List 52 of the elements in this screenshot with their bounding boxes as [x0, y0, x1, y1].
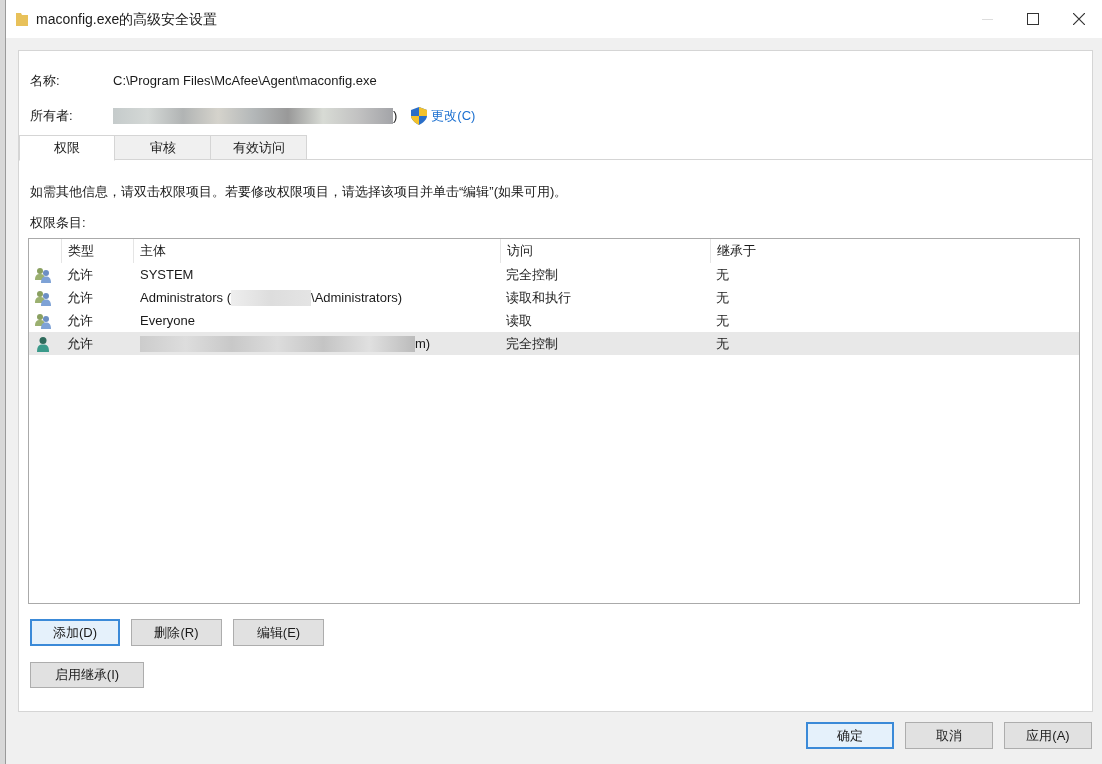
users-icon: [35, 266, 51, 283]
owner-label: 所有者:: [30, 107, 74, 126]
table-cell-text: 允许: [66, 265, 94, 284]
name-label: 名称:: [30, 72, 61, 91]
permission-row[interactable]: 允许 Everyone 读取 无: [29, 309, 1079, 332]
user-icon: [35, 335, 51, 352]
entries-label: 权限条目:: [30, 213, 87, 232]
users-icon: [35, 312, 51, 329]
add-button[interactable]: 添加(D): [30, 619, 120, 646]
shield-icon: [411, 107, 428, 125]
table-cell-text: SYSTEM: [140, 265, 194, 284]
apply-button[interactable]: 应用(A): [1004, 722, 1092, 749]
table-cell-text: 无: [715, 311, 730, 330]
ok-button[interactable]: 确定: [806, 722, 894, 749]
table-cell-text: 读取和执行: [505, 288, 572, 307]
column-header[interactable]: 继承于: [710, 239, 810, 263]
tab[interactable]: 审核: [115, 135, 211, 160]
table-cell-text: \Administrators): [311, 288, 403, 307]
table-cell-text: 无: [715, 288, 730, 307]
maximize-icon: [1027, 13, 1039, 25]
owner-suffix: ): [393, 107, 398, 126]
remove-button[interactable]: 删除(R): [131, 619, 222, 646]
column-header[interactable]: 主体: [133, 239, 500, 263]
file-path: C:\Program Files\McAfee\Agent\maconfig.exe: [113, 72, 377, 91]
permission-row[interactable]: 允许 m) 完全控制 无: [29, 332, 1079, 355]
table-cell-text: 无: [715, 334, 730, 353]
table-cell-text: Administrators (: [140, 288, 232, 307]
edit-button[interactable]: 编辑(E): [233, 619, 324, 646]
cancel-button[interactable]: 取消: [905, 722, 993, 749]
table-cell-text: 允许: [66, 334, 94, 353]
column-header[interactable]: 访问: [500, 239, 710, 263]
table-cell-text: Everyone: [140, 311, 195, 330]
minimize-icon: [981, 18, 993, 20]
permission-row[interactable]: 允许 Administrators ( \Administrators) 读取和执行 无: [29, 286, 1079, 309]
tab[interactable]: 有效访问: [211, 135, 307, 160]
close-icon: [1073, 13, 1085, 25]
tab[interactable]: 权限: [19, 135, 115, 161]
table-cell-text: 完全控制: [505, 334, 559, 353]
table-cell-text: m): [415, 334, 431, 353]
folder-icon: [16, 12, 28, 26]
change-owner-link[interactable]: 更改(C): [431, 106, 476, 126]
table-cell-text: 完全控制: [505, 265, 559, 284]
info-text: 如需其他信息，请双击权限项目。若要修改权限项目，请选择该项目并单击“编辑”(如果可用)。: [30, 183, 569, 201]
permission-row[interactable]: 允许 SYSTEM 完全控制 无: [29, 263, 1079, 286]
table-cell-text: 允许: [66, 311, 94, 330]
table-cell-text: 无: [715, 265, 730, 284]
column-header[interactable]: 类型: [61, 239, 133, 263]
users-icon: [35, 289, 51, 306]
table-cell-text: 允许: [66, 288, 94, 307]
enable-inheritance-button[interactable]: 启用继承(I): [30, 662, 144, 688]
table-cell-text: 读取: [505, 311, 533, 330]
window-title: maconfig.exe的高级安全设置: [36, 9, 218, 29]
